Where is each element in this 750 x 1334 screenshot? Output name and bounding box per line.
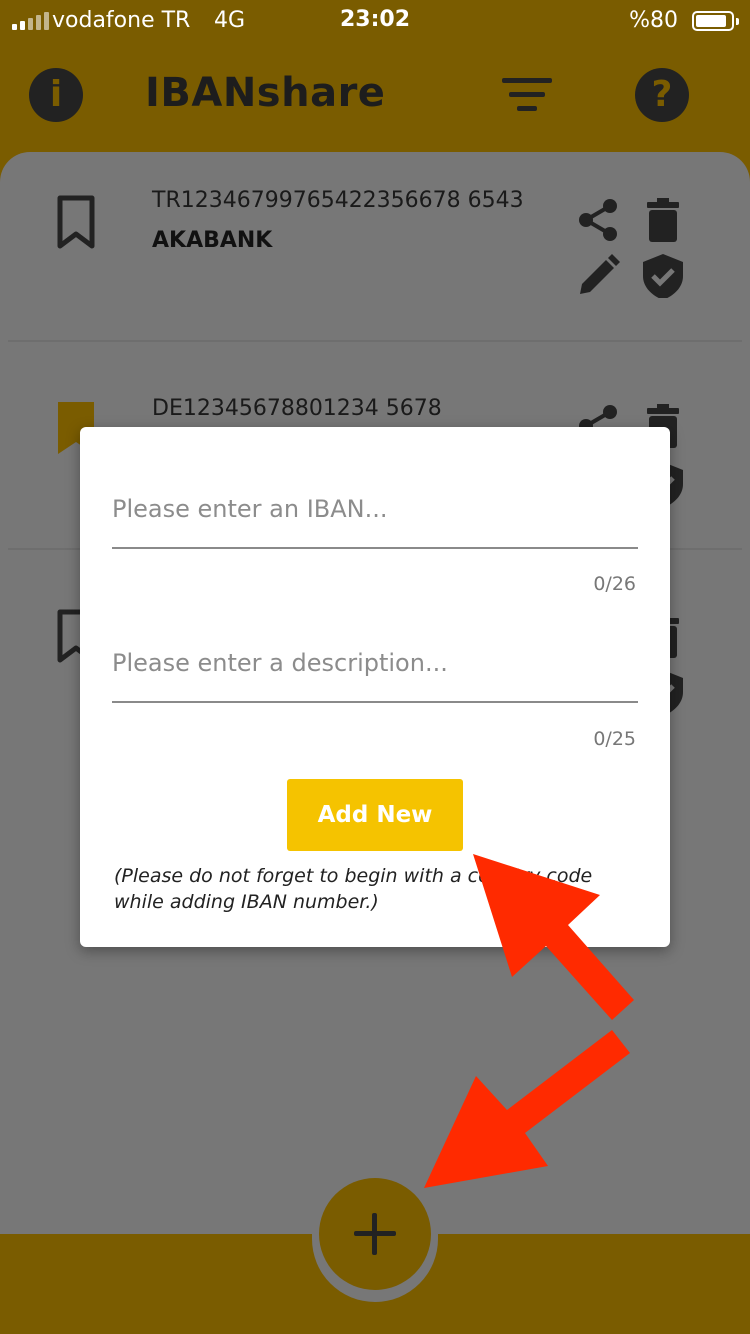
share-icon[interactable] [576,198,620,242]
description-input[interactable] [112,649,638,703]
shield-check-icon[interactable] [641,254,685,298]
battery-icon [692,11,739,31]
iban-char-counter: 0/26 [593,573,636,595]
app-title: IBANshare [145,70,386,116]
filter-icon[interactable] [500,78,554,122]
edit-icon[interactable] [576,254,620,298]
list-item[interactable]: TR12346799765422356678 6543 AKABANK [0,152,750,342]
add-new-button[interactable]: Add New [287,779,463,851]
row-divider [8,340,742,342]
iban-field [112,495,638,549]
iban-text: DE12345678801234 5678 [152,396,442,421]
country-code-note: (Please do not forget to begin with a co… [114,865,593,913]
iban-description: AKABANK [152,228,273,253]
battery-percent: %80 [629,8,678,33]
add-iban-dialog: 0/26 0/25 Add New (Please do not forget … [80,427,670,947]
bookmark-outline-icon[interactable] [56,194,96,250]
description-field [112,649,638,703]
description-char-counter: 0/25 [593,728,636,750]
info-icon[interactable]: i [29,68,83,122]
app-header: i IBANshare ? [0,44,750,154]
trash-icon[interactable] [641,198,685,242]
add-fab-button[interactable] [319,1178,431,1290]
help-icon[interactable]: ? [635,68,689,122]
iban-text: TR12346799765422356678 6543 [152,188,524,213]
iban-input[interactable] [112,495,638,549]
status-bar: vodafone TR 4G 23:02 %80 [0,0,750,44]
